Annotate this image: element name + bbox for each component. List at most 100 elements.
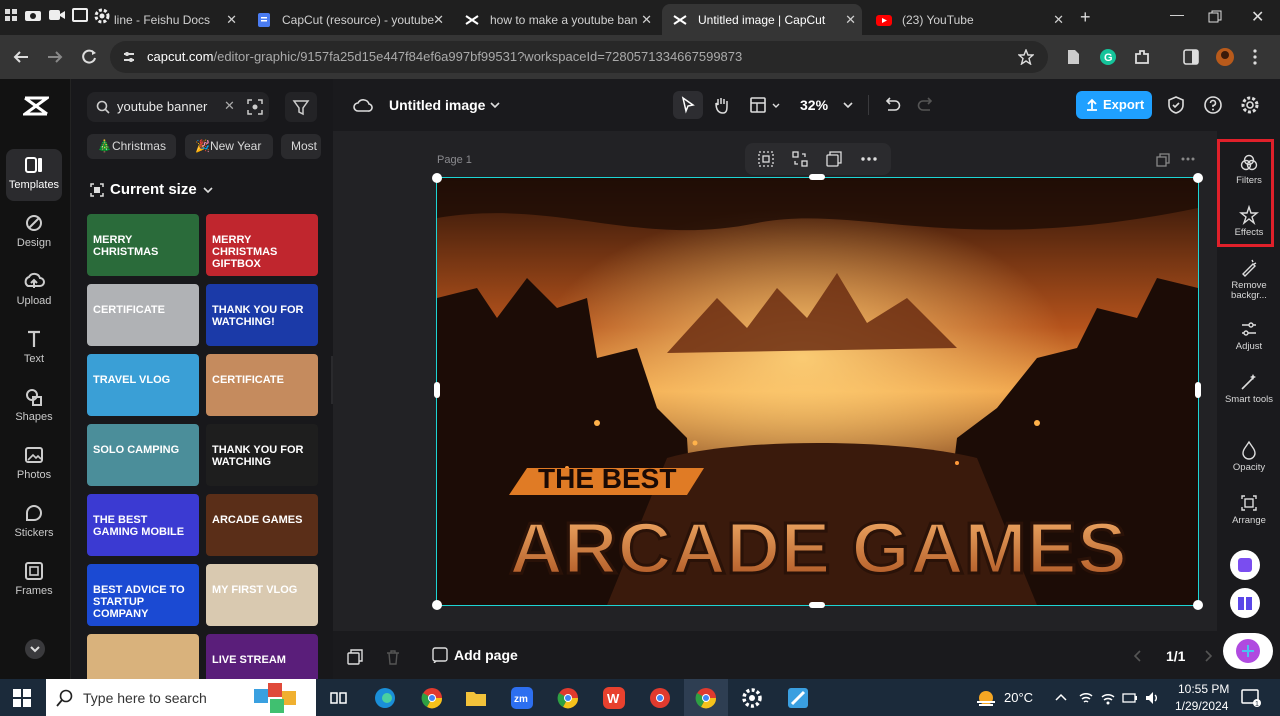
capcut-logo[interactable] <box>23 95 49 117</box>
notifications-icon[interactable]: 1 <box>1240 688 1262 708</box>
edge-icon[interactable] <box>373 686 397 710</box>
settings-icon[interactable] <box>1240 95 1260 115</box>
resize-handle[interactable] <box>432 173 442 183</box>
close-icon[interactable]: ✕ <box>845 12 856 28</box>
cloud-icon[interactable] <box>353 95 373 115</box>
close-icon[interactable]: ✕ <box>226 12 237 28</box>
rail-shapes[interactable]: Shapes <box>6 381 62 433</box>
zoom-app-icon[interactable]: zm <box>510 686 534 710</box>
help-icon[interactable] <box>1203 95 1223 115</box>
next-page-icon[interactable] <box>1203 650 1213 662</box>
undo-icon[interactable] <box>882 95 902 115</box>
extensions-icon[interactable] <box>1133 48 1151 66</box>
camera-icon[interactable] <box>24 8 42 22</box>
crop-select-icon[interactable] <box>758 151 774 167</box>
chevron-down-icon[interactable] <box>843 101 853 109</box>
template-thumbnail[interactable]: MY FIRST VLOG <box>206 564 318 626</box>
video-icon[interactable] <box>48 8 66 22</box>
layout-icon[interactable] <box>749 95 769 115</box>
rail-photos[interactable]: Photos <box>6 439 62 491</box>
template-thumbnail[interactable]: SOLO CAMPING <box>87 424 199 486</box>
image-search-icon[interactable] <box>247 99 263 115</box>
chip-new-year[interactable]: 🎉New Year <box>185 134 273 159</box>
chip-christmas[interactable]: 🎄Christmas <box>87 134 176 159</box>
flip-icon[interactable] <box>792 151 808 167</box>
chevron-down-icon[interactable] <box>490 101 500 109</box>
hand-tool-icon[interactable] <box>712 95 732 115</box>
clear-search-icon[interactable]: ✕ <box>224 98 235 114</box>
resize-handle[interactable] <box>809 174 825 180</box>
tool-opacity[interactable]: Opacity <box>1222 440 1276 473</box>
resize-handle[interactable] <box>1193 173 1203 183</box>
chevron-down-icon[interactable] <box>772 103 780 109</box>
tool-remove-background[interactable]: Remove backgr... <box>1222 258 1276 301</box>
template-thumbnail[interactable]: ARCADE GAMES <box>206 494 318 556</box>
wifi-icon[interactable] <box>1100 690 1116 706</box>
resize-handle[interactable] <box>434 382 440 398</box>
template-thumbnail[interactable]: THANK YOU FOR WATCHING <box>206 424 318 486</box>
template-thumbnail[interactable]: MERRY CHRISTMAS <box>87 214 199 276</box>
tool-filters[interactable]: Filters <box>1222 153 1276 186</box>
shield-icon[interactable] <box>1166 95 1186 115</box>
rail-stickers[interactable]: Stickers <box>6 497 62 549</box>
tab-capcut-resource[interactable]: CapCut (resource) - youtube ✕ <box>246 4 450 35</box>
document-title[interactable]: Untitled image <box>389 97 485 113</box>
page-more-icon[interactable] <box>1181 157 1195 161</box>
resize-handle[interactable] <box>809 602 825 608</box>
back-icon[interactable] <box>12 49 30 65</box>
resize-handle[interactable] <box>1195 382 1201 398</box>
tab-feishu[interactable]: line - Feishu Docs ✕ <box>108 4 243 35</box>
trash-icon[interactable] <box>386 649 400 665</box>
window-icon[interactable] <box>72 8 88 22</box>
close-icon[interactable]: ✕ <box>1053 12 1064 28</box>
tool-effects[interactable]: Effects <box>1222 205 1276 238</box>
file-explorer-icon[interactable] <box>464 686 488 710</box>
forward-icon[interactable] <box>46 49 64 65</box>
paint-icon[interactable] <box>786 686 810 710</box>
chip-most[interactable]: Most <box>281 134 321 159</box>
bookmark-star-icon[interactable] <box>1018 49 1034 65</box>
close-icon[interactable]: ✕ <box>433 12 444 28</box>
add-page-button[interactable]: Add page <box>432 647 518 663</box>
network-icon[interactable] <box>1078 690 1094 706</box>
battery-icon[interactable] <box>1122 691 1138 705</box>
chrome-icon[interactable] <box>556 686 580 710</box>
reload-icon[interactable] <box>80 48 98 66</box>
template-thumbnail[interactable]: MERRY CHRISTMAS GIFTBOX <box>206 214 318 276</box>
rail-upload[interactable]: Upload <box>6 265 62 317</box>
banner-image[interactable]: THE BEST ARCADE GAMES <box>437 178 1198 605</box>
side-panel-icon[interactable] <box>1183 49 1199 65</box>
task-view-icon[interactable] <box>327 686 351 710</box>
more-menu-icon[interactable] <box>1252 49 1258 65</box>
tool-arrange[interactable]: Arrange <box>1222 493 1276 526</box>
new-tab-button[interactable]: + <box>1080 7 1091 28</box>
template-thumbnail[interactable]: TRAVEL VLOG <box>87 354 199 416</box>
rail-text[interactable]: Text <box>6 323 62 375</box>
redo-icon[interactable] <box>916 95 936 115</box>
chrome-icon[interactable] <box>648 686 672 710</box>
wps-office-icon[interactable]: W <box>602 686 626 710</box>
rail-frames[interactable]: Frames <box>6 555 62 607</box>
taskbar-search-box[interactable]: Type here to search <box>46 679 316 716</box>
zoom-level[interactable]: 32% <box>800 97 828 113</box>
rail-design[interactable]: Design <box>6 207 62 259</box>
template-thumbnail[interactable]: CERTIFICATE <box>206 354 318 416</box>
url-bar[interactable]: capcut.com/editor-graphic/9157fa25d15e44… <box>110 41 1048 73</box>
prev-page-icon[interactable] <box>1133 650 1143 662</box>
template-thumbnail[interactable]: THE BEST GAMING MOBILE <box>87 494 199 556</box>
expand-rail-icon[interactable] <box>24 638 46 660</box>
brain-icon[interactable] <box>1221 631 1275 671</box>
filter-button[interactable] <box>285 92 317 122</box>
volume-icon[interactable] <box>1144 690 1160 706</box>
tab-untitled-image[interactable]: Untitled image | CapCut ✕ <box>662 4 862 35</box>
site-info-icon[interactable] <box>122 50 136 64</box>
weather-icon[interactable] <box>975 687 997 709</box>
grid-icon[interactable] <box>4 8 18 22</box>
template-thumbnail[interactable]: CERTIFICATE <box>87 284 199 346</box>
settings-icon[interactable] <box>740 686 764 710</box>
select-tool-button[interactable] <box>673 91 703 119</box>
profile-avatar[interactable] <box>1215 47 1235 67</box>
current-size-dropdown[interactable]: Current size <box>90 181 213 198</box>
grammarly-icon[interactable]: G <box>1099 48 1117 66</box>
restore-button[interactable] <box>1208 10 1222 24</box>
